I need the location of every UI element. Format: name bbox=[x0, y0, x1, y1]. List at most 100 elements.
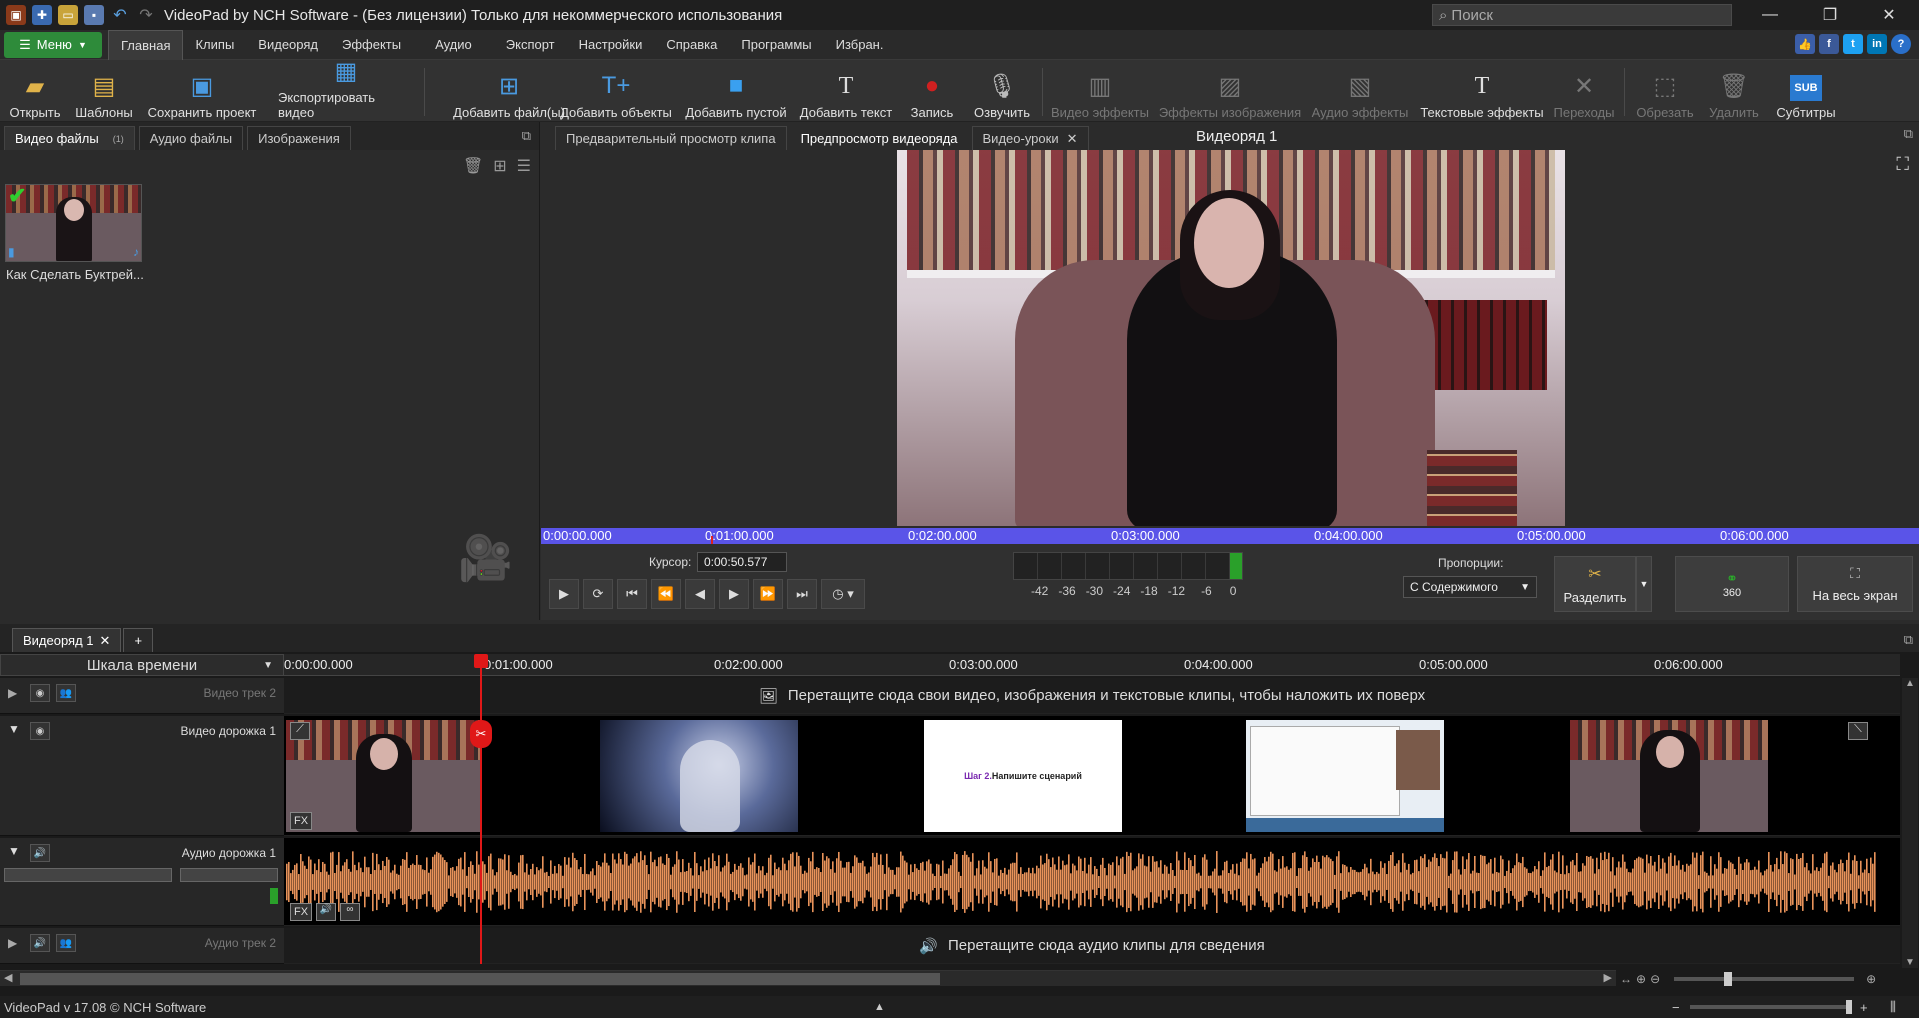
tab-audio[interactable]: Аудио bbox=[423, 30, 484, 60]
link-icon[interactable]: ∞ bbox=[340, 903, 360, 921]
people-icon[interactable]: 👥 bbox=[56, 684, 76, 702]
scrollbar-thumb[interactable] bbox=[20, 973, 940, 985]
tab-sequence-preview[interactable]: Предпросмотр видеоряда bbox=[790, 126, 968, 150]
tab-effects[interactable]: Эффекты bbox=[330, 30, 413, 60]
eye-icon[interactable]: ◉ bbox=[30, 722, 50, 740]
tab-settings[interactable]: Настройки bbox=[567, 30, 655, 60]
undock-icon[interactable]: ⧉ bbox=[1904, 126, 1913, 142]
master-volume-slider[interactable] bbox=[1690, 1000, 1852, 1014]
video-effects-button[interactable]: ▥ Видео эффекты bbox=[1050, 64, 1150, 121]
speed-button[interactable]: ◷ ▾ bbox=[821, 579, 865, 609]
scroll-down-icon[interactable]: ▼ bbox=[1905, 957, 1915, 968]
save-icon[interactable]: ▪ bbox=[84, 5, 104, 25]
previous-clip-button[interactable]: ⏪ bbox=[651, 579, 681, 609]
transitions-button[interactable]: ✕ Переходы bbox=[1552, 64, 1616, 121]
video-clip-3-title[interactable]: Шаг 2. Напишите сценарий bbox=[924, 720, 1122, 832]
search-box[interactable]: ⌕ Поиск bbox=[1432, 4, 1732, 26]
add-objects-button[interactable]: T+ Добавить объекты bbox=[560, 64, 672, 120]
audio-effects-button[interactable]: ▧ Аудио эффекты bbox=[1310, 64, 1410, 121]
tab-home[interactable]: Главная bbox=[108, 29, 184, 60]
undo-icon[interactable]: ↶ bbox=[110, 5, 130, 25]
restore-button[interactable]: ❐ bbox=[1800, 0, 1860, 30]
collapse-arrow-icon[interactable]: ▼ bbox=[8, 722, 20, 736]
scroll-up-icon[interactable]: ▲ bbox=[1905, 678, 1915, 689]
undock-icon[interactable]: ⧉ bbox=[522, 128, 531, 144]
fullscreen-expand-icon[interactable]: ⛶ bbox=[1896, 154, 1909, 175]
cursor-time-field[interactable]: 0:00:50.577 bbox=[697, 552, 787, 572]
image-effects-button[interactable]: ▨ Эффекты изображения bbox=[1158, 64, 1302, 121]
scroll-left-icon[interactable]: ◀ bbox=[4, 971, 12, 984]
loop-button[interactable]: ⟳ bbox=[583, 579, 613, 609]
playhead-handle[interactable] bbox=[474, 654, 488, 668]
tab-clips[interactable]: Клипы bbox=[183, 30, 246, 60]
tab-favorites[interactable]: Избран. bbox=[824, 30, 896, 60]
templates-button[interactable]: ▤ Шаблоны bbox=[74, 64, 134, 121]
split-button[interactable]: ✂ Разделить bbox=[1554, 556, 1636, 612]
audio-track-2-dropzone[interactable]: 🔊 Перетащите сюда аудио клипы для сведен… bbox=[284, 928, 1900, 964]
video-clip-2[interactable] bbox=[600, 720, 798, 832]
speaker-icon[interactable]: 🔊 bbox=[30, 844, 50, 862]
minimize-button[interactable]: — bbox=[1740, 0, 1800, 30]
zoom-in-icon[interactable]: ⊕ bbox=[1866, 972, 1876, 986]
collapse-arrow-icon[interactable]: ▼ bbox=[8, 844, 20, 858]
narrate-button[interactable]: 🎙 Озвучить bbox=[972, 64, 1032, 121]
media-thumbnail[interactable]: ✔ ▮ ♪ bbox=[5, 184, 142, 262]
close-button[interactable]: ✕ bbox=[1859, 0, 1919, 30]
next-clip-button[interactable]: ⏩ bbox=[753, 579, 783, 609]
close-tab-icon[interactable]: ✕ bbox=[100, 633, 111, 649]
video-clip-5[interactable] bbox=[1570, 720, 1768, 832]
export-video-button[interactable]: ▦ Экспортировать видео bbox=[278, 58, 414, 120]
help-icon[interactable]: ? bbox=[1891, 34, 1911, 54]
video-clip-1[interactable]: ⟋ FX bbox=[286, 720, 480, 832]
video-clip-4-screen[interactable] bbox=[1246, 720, 1444, 832]
go-to-end-button[interactable]: ⏭ bbox=[787, 579, 817, 609]
tab-video-files[interactable]: Видео файлы (1) bbox=[4, 126, 135, 150]
tab-export[interactable]: Экспорт bbox=[494, 30, 567, 60]
delete-button[interactable]: 🗑 Удалить bbox=[1706, 64, 1762, 121]
like-icon[interactable]: 👍 bbox=[1795, 34, 1815, 54]
video-preview-frame[interactable] bbox=[897, 150, 1565, 526]
tab-video-tutorials[interactable]: Видео-уроки ✕ bbox=[971, 126, 1089, 150]
preview-cursor-marker[interactable] bbox=[711, 536, 713, 544]
pan-slider[interactable] bbox=[180, 868, 278, 882]
audio-fx-badge[interactable]: FX bbox=[290, 903, 312, 921]
text-effects-button[interactable]: T Текстовые эффекты bbox=[1418, 64, 1546, 121]
expand-arrow-icon[interactable]: ▶ bbox=[8, 936, 17, 950]
close-tab-icon[interactable]: ✕ bbox=[1067, 131, 1078, 147]
tab-audio-files[interactable]: Аудио файлы bbox=[138, 126, 244, 150]
tab-images[interactable]: Изображения bbox=[247, 126, 351, 150]
zoom-out-icon[interactable]: ⊖ bbox=[1650, 972, 1660, 986]
subtitles-button[interactable]: SUB Субтитры bbox=[1772, 64, 1840, 120]
step-back-button[interactable]: ◀ bbox=[685, 579, 715, 609]
main-menu-button[interactable]: ☰ Меню ▼ bbox=[4, 31, 102, 58]
aspect-select[interactable]: С Содержимого ▼ bbox=[1403, 576, 1537, 598]
open-folder-icon[interactable]: ▭ bbox=[58, 5, 78, 25]
add-sequence-button[interactable]: + bbox=[123, 628, 154, 652]
tab-programs[interactable]: Программы bbox=[729, 30, 823, 60]
people-icon[interactable]: 👥 bbox=[56, 934, 76, 952]
360-button[interactable]: ⚭ 360 bbox=[1675, 556, 1789, 612]
tab-help[interactable]: Справка bbox=[654, 30, 729, 60]
undock-icon[interactable]: ⧉ bbox=[1904, 632, 1913, 648]
expand-arrow-icon[interactable]: ▶ bbox=[8, 686, 17, 700]
open-button[interactable]: ▰ Открыть bbox=[8, 64, 62, 121]
save-project-button[interactable]: ▣ Сохранить проект bbox=[146, 64, 258, 121]
play-button[interactable]: ▶ bbox=[549, 579, 579, 609]
eye-icon[interactable]: ◉ bbox=[30, 684, 50, 702]
facebook-icon[interactable]: f bbox=[1819, 34, 1839, 54]
fade-in-icon[interactable]: ⟋ bbox=[290, 722, 310, 740]
horizontal-scrollbar[interactable]: ◀ ▶ bbox=[0, 970, 1616, 986]
vertical-scrollbar[interactable]: ▲ ▼ bbox=[1902, 678, 1918, 968]
go-to-start-button[interactable]: ⏮ bbox=[617, 579, 647, 609]
expand-panel-icon[interactable]: ▲ bbox=[874, 1001, 885, 1013]
audio-track-1[interactable]: FX 🔊 ∞ bbox=[284, 838, 1900, 926]
minus-icon[interactable]: − bbox=[1672, 1000, 1680, 1015]
video-track-2-dropzone[interactable]: 🖼 Перетащите сюда свои видео, изображени… bbox=[284, 678, 1900, 714]
zoom-in-icon[interactable]: ⊕ bbox=[1636, 972, 1646, 986]
clip-fx-badge[interactable]: FX bbox=[290, 812, 312, 830]
record-button[interactable]: ● Запись bbox=[908, 64, 956, 120]
audio-waveform[interactable] bbox=[286, 838, 1878, 926]
tab-sequence[interactable]: Видеоряд bbox=[246, 30, 330, 60]
timeline-ruler[interactable]: 0:00:00.000 0:01:00.000 0:02:00.000 0:03… bbox=[284, 654, 1900, 676]
zoom-slider[interactable] bbox=[1674, 972, 1855, 986]
